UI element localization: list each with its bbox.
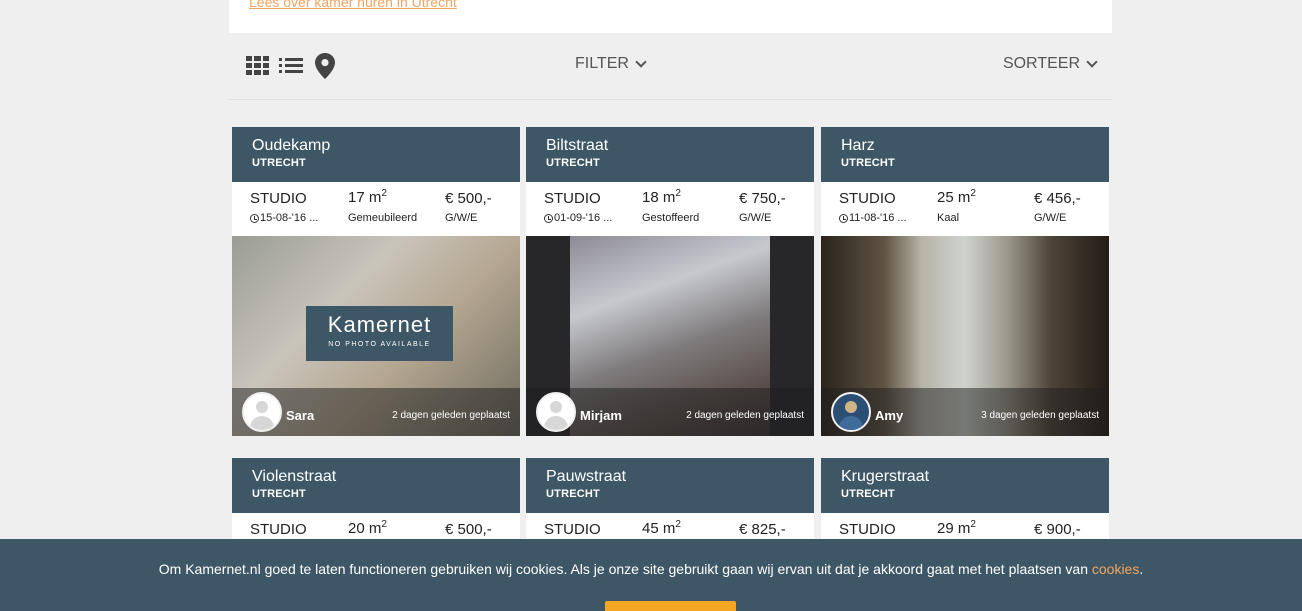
listing-card[interactable]: Krugerstraat UTRECHT STUDIO 29 m2 € 900,…: [821, 458, 1109, 539]
listing-utilities: G/W/E: [739, 212, 772, 224]
listing-size: 18 m2: [642, 188, 681, 206]
accept-cookies-button[interactable]: [605, 601, 736, 611]
cookie-message: Om Kamernet.nl goed te laten functionere…: [158, 561, 1144, 577]
listing-header[interactable]: Oudekamp UTRECHT: [232, 127, 520, 182]
listing-header[interactable]: Biltstraat UTRECHT: [526, 127, 814, 182]
listing-city: UTRECHT: [252, 488, 306, 500]
listing-card[interactable]: Harz UTRECHT STUDIO 25 m2 € 456,- 11-08-…: [821, 127, 1109, 436]
listing-photo[interactable]: Kamernet NO PHOTO AVAILABLE Sara 2 dagen…: [232, 236, 520, 436]
chevron-down-icon: [635, 55, 647, 68]
listing-utilities: G/W/E: [445, 212, 478, 224]
listing-price: € 825,-: [739, 521, 786, 538]
listing-details: STUDIO 25 m2 € 456,- 11-08-'16 ... Kaal …: [821, 182, 1109, 236]
listing-type: STUDIO: [544, 521, 601, 538]
filter-label: FILTER: [575, 55, 629, 72]
listing-street: Violenstraat: [252, 468, 337, 485]
listing-card[interactable]: Pauwstraat UTRECHT STUDIO 45 m2 € 825,-: [526, 458, 814, 539]
owner-name: Mirjam: [580, 408, 622, 423]
clock-icon: [839, 213, 848, 223]
listing-city: UTRECHT: [252, 157, 306, 169]
kamernet-logo: Kamernet: [327, 312, 432, 337]
listing-price: € 456,-: [1034, 190, 1081, 207]
cookies-link[interactable]: cookies: [1092, 561, 1139, 577]
posted-time: 2 dagen geleden geplaatst: [392, 410, 510, 421]
listing-city: UTRECHT: [841, 488, 895, 500]
listing-city: UTRECHT: [546, 488, 600, 500]
no-photo-placeholder: Kamernet NO PHOTO AVAILABLE: [306, 306, 453, 361]
cookie-banner: Om Kamernet.nl goed te laten functionere…: [0, 539, 1302, 611]
listing-header[interactable]: Pauwstraat UTRECHT: [526, 458, 814, 513]
listing-type: STUDIO: [839, 190, 896, 207]
listing-card[interactable]: Oudekamp UTRECHT STUDIO 17 m2 € 500,- 15…: [232, 127, 520, 436]
listing-size: 20 m2: [348, 519, 387, 537]
list-view-icon[interactable]: [279, 58, 303, 74]
sort-label: SORTEER: [1002, 55, 1080, 72]
listing-furnishing: Gemeubileerd: [348, 212, 418, 224]
listing-price: € 500,-: [445, 190, 492, 207]
posted-time: 2 dagen geleden geplaatst: [686, 410, 804, 421]
listing-size: 17 m2: [348, 188, 387, 206]
listing-header[interactable]: Harz UTRECHT: [821, 127, 1109, 182]
owner-bar: Amy 3 dagen geleden geplaatst: [821, 388, 1109, 436]
listing-street: Krugerstraat: [841, 468, 930, 485]
listing-size: 45 m2: [642, 519, 681, 537]
avatar: [831, 392, 871, 432]
listing-furnishing: Gestoffeerd: [642, 212, 700, 224]
owner-name: Sara: [286, 408, 315, 423]
listing-type: STUDIO: [250, 521, 307, 538]
listing-details: STUDIO 20 m2 € 500,-: [232, 513, 520, 539]
listing-utilities: G/W/E: [1034, 212, 1067, 224]
listing-date: 11-08-'16 ...: [839, 212, 907, 224]
read-more-link[interactable]: Lees over kamer huren in Utrecht: [249, 0, 457, 10]
listing-details: STUDIO 45 m2 € 825,-: [526, 513, 814, 539]
listing-date: 01-09-'16 ...: [544, 212, 612, 224]
listing-details: STUDIO 17 m2 € 500,- 15-08-'16 ... Gemeu…: [232, 182, 520, 236]
sort-button[interactable]: SORTEER: [1002, 55, 1098, 73]
chevron-down-icon: [1086, 55, 1098, 68]
listing-type: STUDIO: [250, 190, 307, 207]
listing-city: UTRECHT: [546, 157, 600, 169]
owner-bar: Sara 2 dagen geleden geplaatst: [232, 388, 520, 436]
listing-photo[interactable]: Amy 3 dagen geleden geplaatst: [821, 236, 1109, 436]
listing-price: € 750,-: [739, 190, 786, 207]
grid-view-icon[interactable]: [246, 56, 269, 75]
clock-icon: [544, 213, 553, 223]
results-toolbar: FILTER SORTEER: [229, 33, 1112, 100]
map-pin-icon[interactable]: [315, 53, 335, 84]
no-photo-label: NO PHOTO AVAILABLE: [328, 341, 431, 348]
listing-photo[interactable]: Mirjam 2 dagen geleden geplaatst: [526, 236, 814, 436]
listing-street: Pauwstraat: [546, 468, 627, 485]
avatar: [242, 392, 282, 432]
listing-price: € 900,-: [1034, 521, 1081, 538]
listing-size: 29 m2: [937, 519, 976, 537]
listing-type: STUDIO: [839, 521, 896, 538]
listing-date: 15-08-'16 ...: [250, 212, 318, 224]
listing-street: Biltstraat: [546, 137, 609, 154]
owner-name: Amy: [875, 408, 904, 423]
listing-furnishing: Kaal: [937, 212, 960, 224]
listing-details: STUDIO 18 m2 € 750,- 01-09-'16 ... Gesto…: [526, 182, 814, 236]
listing-card[interactable]: Biltstraat UTRECHT STUDIO 18 m2 € 750,- …: [526, 127, 814, 436]
posted-time: 3 dagen geleden geplaatst: [981, 410, 1099, 421]
listing-street: Oudekamp: [252, 137, 331, 154]
listing-card[interactable]: Violenstraat UTRECHT STUDIO 20 m2 € 500,…: [232, 458, 520, 539]
listing-street: Harz: [841, 137, 875, 154]
intro-panel: Lees over kamer huren in Utrecht: [229, 0, 1112, 33]
listing-city: UTRECHT: [841, 157, 895, 169]
filter-button[interactable]: FILTER: [575, 55, 647, 73]
listing-header[interactable]: Krugerstraat UTRECHT: [821, 458, 1109, 513]
listing-price: € 500,-: [445, 521, 492, 538]
listing-size: 25 m2: [937, 188, 976, 206]
listing-header[interactable]: Violenstraat UTRECHT: [232, 458, 520, 513]
listing-details: STUDIO 29 m2 € 900,-: [821, 513, 1109, 539]
clock-icon: [250, 213, 259, 223]
listing-type: STUDIO: [544, 190, 601, 207]
owner-bar: Mirjam 2 dagen geleden geplaatst: [526, 388, 814, 436]
avatar: [536, 392, 576, 432]
